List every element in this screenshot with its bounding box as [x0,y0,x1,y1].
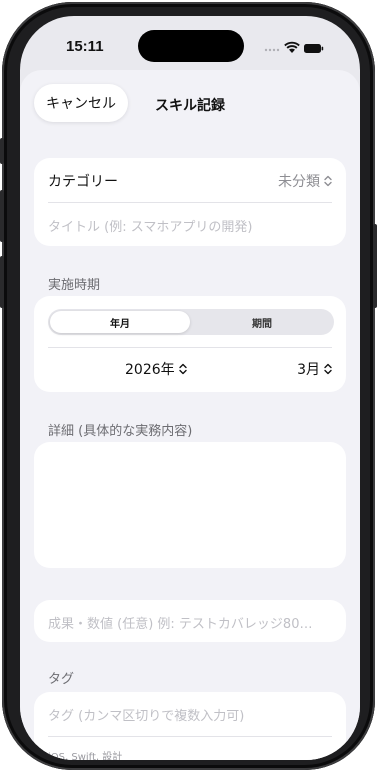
result-card: 成果・数値 (任意) 例: テストカバレッジ80… [34,600,346,642]
year-value: 2026年 [125,362,175,378]
divider [48,202,332,203]
chevron-up-down-icon [178,363,187,375]
volume-up-button [0,190,4,242]
power-button [373,224,377,308]
category-picker[interactable]: 未分類 [278,171,332,191]
result-input[interactable]: 成果・数値 (任意) 例: テストカバレッジ80… [48,613,312,632]
category-value: 未分類 [278,174,320,190]
dynamic-island [138,30,244,62]
wifi-icon [284,41,300,53]
detail-text-area[interactable] [34,442,346,568]
cellular-signal-icon [264,48,280,52]
segment-year-month[interactable]: 年月 [50,311,190,333]
battery-icon [304,44,324,53]
phone-frame: 15:11 キャンセル スキル記録 カテゴリー 未分類 タイトル (例: スマホ… [0,2,377,770]
chevron-up-down-icon [324,363,332,375]
cancel-button[interactable]: キャンセル [34,84,128,122]
status-time: 15:11 [66,38,104,55]
chevron-up-down-icon [324,175,332,187]
month-value: 3月 [297,362,320,378]
period-section-header: 実施時期 [48,278,101,293]
year-picker[interactable]: 2026年 [125,359,187,379]
tags-input[interactable]: タグ (カンマ区切りで複数入力可) [48,705,244,724]
page-title: スキル記録 [155,98,225,114]
screen: 15:11 キャンセル スキル記録 カテゴリー 未分類 タイトル (例: スマホ… [20,16,360,760]
tags-card: タグ (カンマ区切りで複数入力可) iOS, Swift, 設計 [34,692,346,760]
divider [48,736,332,737]
category-label: カテゴリー [48,174,118,190]
silent-switch [0,138,4,164]
divider [48,347,332,348]
status-icons [264,40,324,54]
tags-example-text: iOS, Swift, 設計 [48,752,123,760]
volume-down-button [0,256,4,308]
period-segmented-control: 年月 期間 [48,309,334,335]
category-row[interactable]: カテゴリー 未分類 [34,158,346,202]
segment-range[interactable]: 期間 [192,311,332,333]
month-picker[interactable]: 3月 [297,359,332,379]
skill-record-sheet: キャンセル スキル記録 カテゴリー 未分類 タイトル (例: スマホアプリの開発… [20,70,360,760]
title-input[interactable]: タイトル (例: スマホアプリの開発) [48,216,252,235]
detail-section-header: 詳細 (具体的な実務内容) [48,424,193,439]
period-card: 年月 期間 2026年 3月 [34,296,346,392]
basic-info-card: カテゴリー 未分類 タイトル (例: スマホアプリの開発) [34,158,346,246]
tags-section-header: タグ [48,672,75,687]
